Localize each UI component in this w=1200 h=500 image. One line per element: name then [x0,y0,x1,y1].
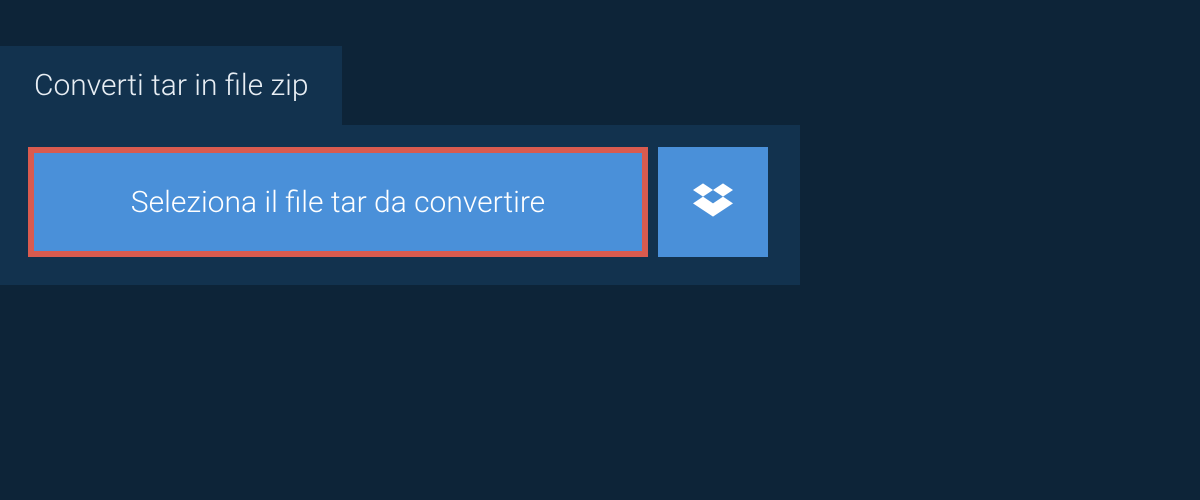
upload-panel: Seleziona il file tar da convertire [0,125,800,285]
button-row: Seleziona il file tar da convertire [28,147,772,257]
dropbox-icon [693,180,733,224]
select-file-label: Seleziona il file tar da convertire [131,185,545,220]
select-file-button[interactable]: Seleziona il file tar da convertire [28,147,648,257]
tab-convert-tar-zip[interactable]: Converti tar in file zip [0,46,342,125]
tab-title: Converti tar in file zip [34,68,308,103]
dropbox-button[interactable] [658,147,768,257]
